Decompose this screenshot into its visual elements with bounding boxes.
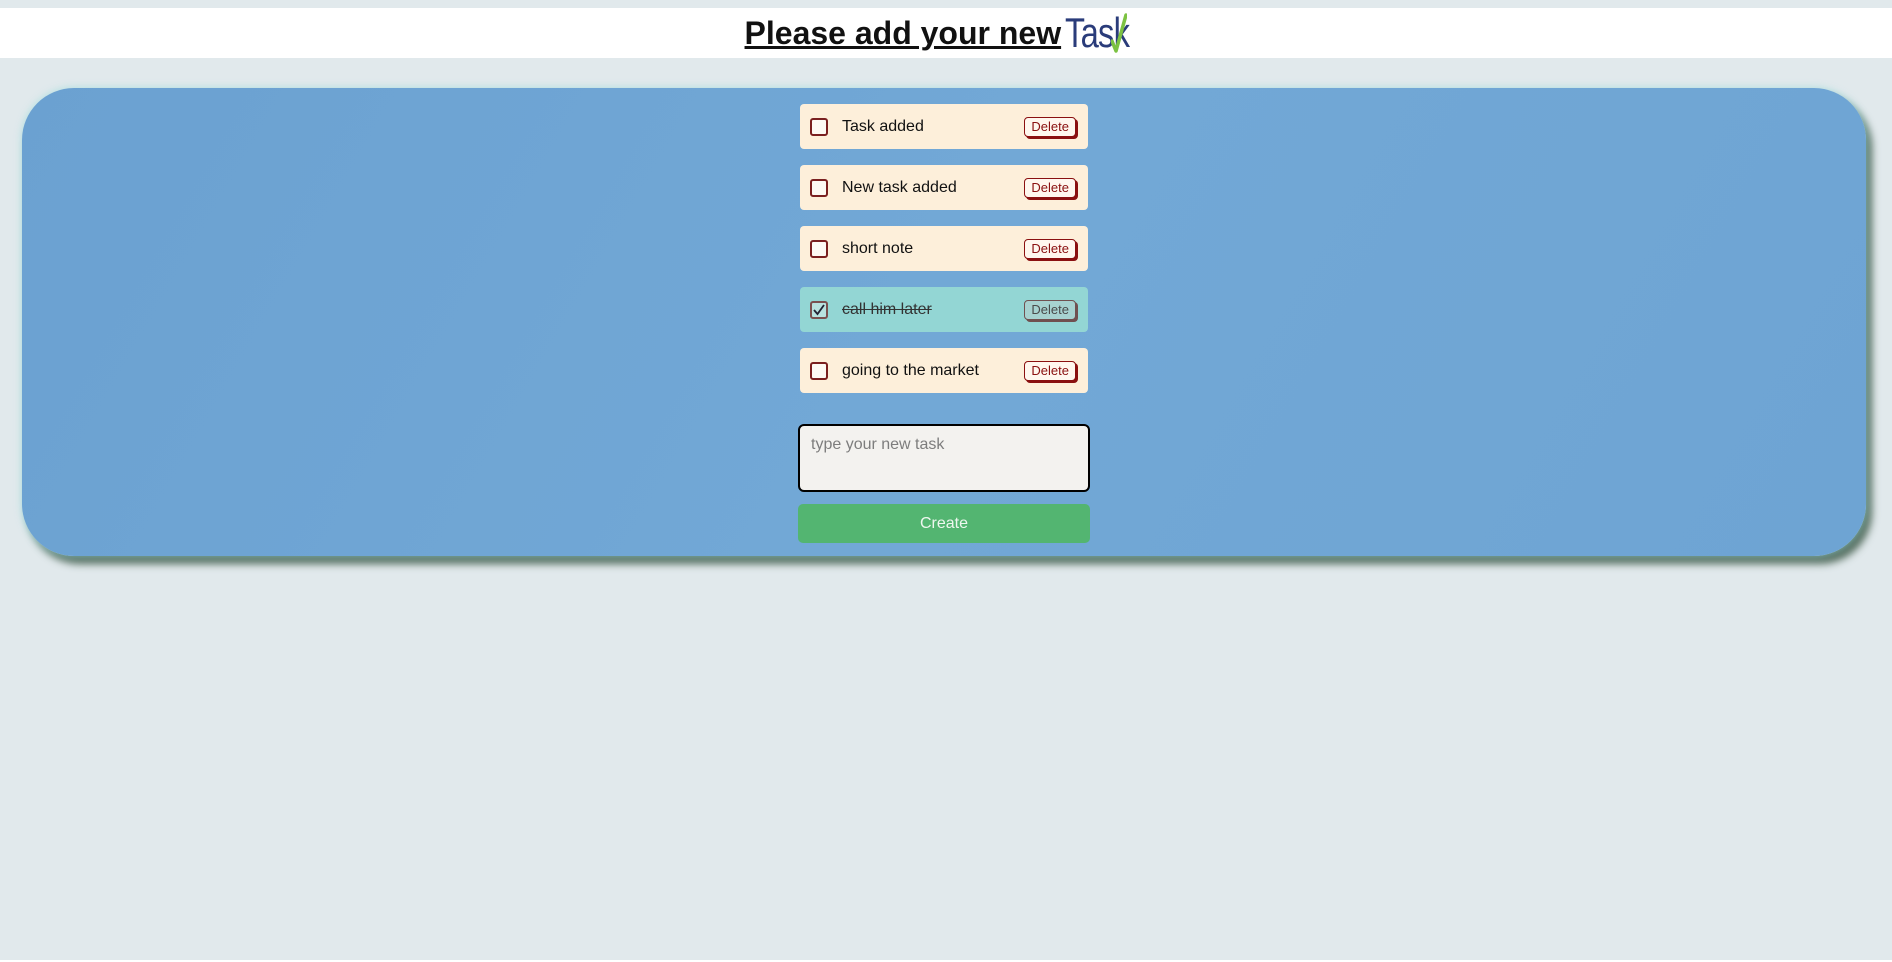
check-icon — [813, 303, 825, 315]
task-label: call him later — [842, 300, 932, 318]
task-item: Task added Delete — [800, 104, 1088, 149]
task-checkbox[interactable] — [810, 178, 828, 197]
create-button[interactable]: Create — [798, 504, 1090, 543]
task-item: short note Delete — [800, 226, 1088, 271]
delete-button[interactable]: Delete — [1024, 360, 1076, 381]
logo-check-icon — [1111, 13, 1128, 53]
page-title: Please add your new — [744, 15, 1062, 51]
delete-button[interactable]: Delete — [1024, 238, 1076, 259]
task-checkbox[interactable] — [810, 239, 828, 258]
task-label: short note — [842, 239, 914, 257]
header: Please add your new Task — [0, 8, 1892, 58]
task-item: New task added Delete — [800, 165, 1088, 210]
task-item: going to the market Delete — [800, 348, 1088, 393]
delete-button[interactable]: Delete — [1024, 299, 1076, 320]
delete-button[interactable]: Delete — [1024, 177, 1076, 198]
top-strip — [0, 0, 1892, 8]
task-item-completed: call him later Delete — [800, 287, 1088, 332]
task-list: Task added Delete New task added Delete … — [800, 104, 1088, 409]
task-checkbox[interactable] — [810, 117, 828, 136]
task-label: going to the market — [842, 361, 979, 379]
header-inner: Please add your new Task — [745, 8, 1148, 58]
delete-button[interactable]: Delete — [1024, 116, 1076, 137]
task-label: Task added — [842, 117, 924, 135]
task-checkbox-checked[interactable] — [810, 300, 828, 319]
task-label: New task added — [842, 178, 957, 196]
task-logo: Task — [1065, 11, 1147, 55]
task-checkbox[interactable] — [810, 361, 828, 380]
new-task-input[interactable] — [798, 424, 1090, 492]
